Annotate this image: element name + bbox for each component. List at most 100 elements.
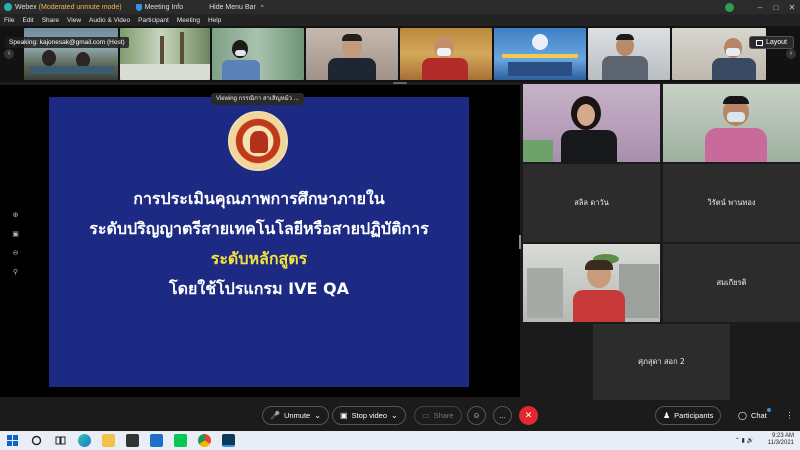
clock-time: 9:23 AM	[771, 433, 794, 439]
menu-participant[interactable]: Participant	[138, 17, 169, 24]
participant-tile-no-video[interactable]: วิรัตน์ พานทอง	[663, 164, 800, 242]
store-icon[interactable]	[126, 434, 139, 447]
slide-line-1: การประเมินคุณภาพการศึกษาภายใน	[133, 189, 385, 208]
chat-label: Chat	[750, 411, 767, 420]
participant-name: ศุภสุดา สอก 2	[638, 357, 685, 366]
share-button[interactable]: ▭ Share	[414, 406, 462, 425]
slide-line-4: โดยใช้โปรแกรม IVE QA	[169, 279, 349, 298]
share-label: Share	[433, 411, 454, 420]
zoom-out-icon[interactable]: ⊖	[13, 249, 19, 257]
participant-video-tile[interactable]	[523, 244, 660, 322]
video-thumbnail[interactable]	[588, 28, 670, 80]
video-thumbnail[interactable]	[24, 28, 118, 80]
close-icon[interactable]: ✕	[784, 3, 800, 12]
video-thumbnail-strip: Speaking: kajonesak@gmail.com (Host) ‹ L…	[0, 26, 800, 82]
chevron-up-icon: ^	[260, 4, 264, 11]
viewing-share-label: Viewing กรรณิกา สาเสิญหม้ว ...	[211, 93, 304, 105]
video-thumbnail[interactable]	[494, 28, 586, 80]
zoom-in-icon[interactable]: ⊕	[13, 211, 19, 219]
microphone-muted-icon: 🎤	[270, 411, 280, 420]
task-view-icon[interactable]	[54, 434, 67, 447]
presentation-slide: การประเมินคุณภาพการศึกษาภายใน ระดับปริญญ…	[49, 97, 469, 387]
system-clock[interactable]: 9:23 AM 11/3/2021	[768, 433, 794, 447]
webex-logo-icon	[4, 3, 12, 11]
menu-file[interactable]: File	[4, 17, 14, 24]
webex-meeting-window: Webex (Moderated unmute mode) Meeting In…	[0, 0, 800, 450]
chevron-down-icon: ⌄	[314, 411, 321, 420]
strip-prev-arrow-icon[interactable]: ‹	[4, 49, 14, 59]
file-explorer-icon[interactable]	[102, 434, 115, 447]
reactions-smiley-icon[interactable]: ☺	[467, 406, 486, 425]
unmute-label: Unmute	[283, 411, 311, 420]
title-bar: Webex (Moderated unmute mode) Meeting In…	[0, 0, 800, 14]
menu-share[interactable]: Share	[42, 17, 59, 24]
hide-menu-bar-label: Hide Menu Bar	[209, 3, 256, 11]
fit-icon[interactable]: ▣	[12, 230, 19, 238]
maximize-icon[interactable]: □	[768, 3, 784, 12]
menu-audio-video[interactable]: Audio & Video	[89, 17, 130, 24]
institution-seal-logo	[228, 111, 288, 171]
participant-name: วิรัตน์ พานทอง	[707, 198, 756, 207]
shield-icon	[135, 3, 142, 11]
hide-menu-bar-button[interactable]: Hide Menu Bar ^	[209, 4, 263, 11]
window-controls: – □ ✕	[725, 0, 800, 14]
search-icon[interactable]: ⚲	[13, 268, 18, 276]
menu-help[interactable]: Help	[208, 17, 221, 24]
more-panels-icon[interactable]: ⋮	[780, 406, 799, 425]
system-tray[interactable]: ⌃ ▮ 🔊	[735, 437, 754, 444]
participant-tile-no-video[interactable]: ศุภสุดา สอก 2	[593, 324, 730, 400]
slide-line-3: ระดับหลักสูตร	[210, 249, 308, 268]
people-icon: ♟	[663, 411, 671, 420]
more-options-icon[interactable]: ...	[493, 406, 512, 425]
meeting-info-button[interactable]: Meeting Info	[135, 3, 184, 11]
unmute-button[interactable]: 🎤 Unmute ⌄	[262, 406, 329, 425]
video-thumbnail[interactable]	[306, 28, 398, 80]
zoom-toolbar: ⊕ ▣ ⊖ ⚲	[9, 205, 22, 281]
meeting-mode: (Moderated unmute mode)	[38, 3, 122, 11]
search-circle-icon[interactable]	[30, 434, 43, 447]
layout-button[interactable]: Layout	[748, 36, 794, 49]
participant-tile-no-video[interactable]: สลิล ดาวัน	[523, 164, 660, 242]
panel-resize-handle[interactable]	[519, 235, 521, 249]
meeting-info-label: Meeting Info	[144, 3, 184, 11]
active-speaker-label: Speaking: kajonesak@gmail.com (Host)	[5, 37, 129, 48]
video-thumbnail[interactable]	[120, 28, 210, 80]
meeting-controls-toolbar: 🎤 Unmute ⌄ ▣ Stop video ⌄ ▭ Share ☺ ... …	[0, 400, 800, 431]
slide-line-2: ระดับปริญญาตรีสายเทคโนโลยีหรือสายปฏิบัติ…	[89, 219, 429, 238]
menu-bar: File Edit Share View Audio & Video Parti…	[0, 14, 800, 26]
minimize-icon[interactable]: –	[752, 3, 768, 12]
participant-name: สมเกียรติ	[716, 278, 747, 287]
video-thumbnail[interactable]	[212, 28, 304, 80]
video-thumbnail[interactable]	[400, 28, 492, 80]
line-app-icon[interactable]	[174, 434, 187, 447]
chevron-down-icon: ⌄	[391, 411, 398, 420]
menu-edit[interactable]: Edit	[22, 17, 33, 24]
participant-video-tile[interactable]	[523, 84, 660, 162]
strip-next-arrow-icon[interactable]: ›	[786, 49, 796, 59]
participant-tile-no-video[interactable]: สมเกียรติ	[663, 244, 800, 322]
video-camera-icon: ▣	[340, 411, 348, 420]
menu-view[interactable]: View	[67, 17, 81, 24]
chrome-browser-icon[interactable]	[198, 434, 211, 447]
chat-bubble-icon: ◯	[738, 411, 747, 420]
share-screen-icon: ▭	[422, 411, 430, 420]
mail-icon[interactable]	[150, 434, 163, 447]
participants-button[interactable]: ♟ Participants	[655, 406, 722, 425]
clock-date: 11/3/2021	[767, 440, 794, 446]
stop-video-button[interactable]: ▣ Stop video ⌄	[332, 406, 406, 425]
user-avatar-icon[interactable]	[725, 2, 734, 12]
windows-start-icon[interactable]	[6, 434, 19, 447]
layout-label: Layout	[765, 39, 787, 46]
participant-video-tile[interactable]	[663, 84, 800, 162]
strip-resize-handle[interactable]	[393, 82, 407, 84]
participants-label: Participants	[674, 411, 714, 420]
app-name: Webex	[15, 3, 37, 11]
edge-browser-icon[interactable]	[78, 434, 91, 447]
windows-taskbar: ⌃ ▮ 🔊 9:23 AM 11/3/2021	[0, 431, 800, 450]
chat-notification-badge	[767, 408, 771, 412]
end-call-icon[interactable]: ✕	[519, 406, 538, 425]
layout-grid-icon	[755, 39, 763, 46]
participant-name: สลิล ดาวัน	[574, 198, 609, 207]
menu-meeting[interactable]: Meeting	[177, 17, 200, 24]
webex-taskbar-icon[interactable]	[222, 434, 235, 447]
